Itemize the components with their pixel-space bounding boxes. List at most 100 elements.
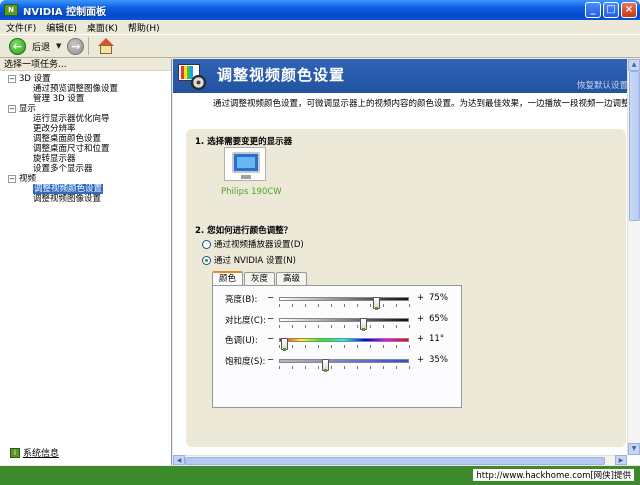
restore-defaults-link[interactable]: 恢复默认设置 — [577, 79, 628, 91]
brightness-label: 亮度(B): — [225, 295, 258, 305]
monitor-selector[interactable] — [224, 147, 266, 181]
radio-player-settings[interactable]: 通过视频播放器设置(D) — [202, 238, 304, 250]
scroll-left-icon[interactable]: ◀ — [173, 455, 185, 465]
section-2-heading: 2. 您如何进行颜色调整？ — [195, 226, 293, 236]
minimize-button[interactable]: _ — [585, 2, 601, 18]
menu-desktop[interactable]: 桌面(K) — [87, 21, 118, 34]
tree-item[interactable]: 设置多个显示器 — [0, 164, 171, 174]
toolbar: ← 后退 ▼ → — [0, 34, 640, 58]
tree-item[interactable]: 管理 3D 设置 — [0, 94, 171, 104]
vertical-scroll-thumb[interactable] — [629, 71, 640, 221]
scroll-up-icon[interactable]: ▲ — [628, 59, 640, 71]
nvidia-logo-icon: N — [4, 4, 18, 16]
hue-label: 色调(U): — [225, 336, 258, 346]
video-color-icon — [178, 62, 208, 90]
collapse-icon[interactable]: − — [8, 175, 16, 183]
saturation-slider-row: 饱和度(S): − + 35% — [225, 355, 457, 372]
tree-category-3d[interactable]: −3D 设置 — [0, 74, 171, 84]
scroll-down-icon[interactable]: ▼ — [628, 443, 640, 455]
brightness-decrease[interactable]: − — [267, 293, 274, 303]
contrast-thumb[interactable] — [360, 318, 368, 331]
hue-thumb[interactable] — [280, 338, 288, 351]
horizontal-scrollbar[interactable]: ◀ ▶ — [173, 455, 627, 465]
page-description: 通过调整视频颜色设置，可微调显示器上的视频内容的颜色设置。为达到最佳效果，一边播… — [213, 99, 640, 109]
tree-category-video[interactable]: − 视频 — [0, 174, 171, 184]
menu-edit[interactable]: 编辑(E) — [46, 21, 77, 34]
brightness-value: 75% — [429, 293, 448, 303]
contrast-slider-row: 对比度(C): − + 65% — [225, 314, 457, 331]
status-text: http://www.hackhome.com[网侠]提供 — [473, 469, 634, 481]
settings-box: 1. 选择需要变更的显示器 Philips 190CW 2. 您如何进行颜色调整… — [186, 129, 626, 447]
monitor-label[interactable]: Philips 190CW — [221, 187, 282, 197]
forward-arrow-icon[interactable]: → — [67, 37, 85, 55]
back-arrow-icon[interactable]: ← — [9, 37, 26, 55]
contrast-label: 对比度(C): — [225, 316, 266, 326]
title-bar: N NVIDIA 控制面板 _ □ × — [0, 0, 640, 20]
radio-button[interactable] — [202, 239, 211, 249]
brightness-increase[interactable]: + — [417, 293, 424, 303]
adjust-tabs: 颜色 灰度 高级 — [212, 271, 308, 285]
contrast-increase[interactable]: + — [417, 314, 424, 324]
tree-item[interactable]: 通过预览调整图像设置 — [0, 84, 171, 94]
tree-item[interactable]: 调整桌面颜色设置 — [0, 134, 171, 144]
slider-ticks — [279, 345, 410, 348]
saturation-value: 35% — [429, 355, 448, 365]
tab-advanced[interactable]: 高级 — [276, 272, 308, 285]
info-icon: i — [10, 447, 20, 458]
hue-increase[interactable]: + — [417, 334, 424, 344]
menu-bar: 文件(F) 编辑(E) 桌面(K) 帮助(H) — [0, 20, 640, 34]
contrast-value: 65% — [429, 314, 448, 324]
menu-file[interactable]: 文件(F) — [6, 21, 36, 34]
back-button-label[interactable]: 后退 — [32, 40, 50, 53]
slider-ticks — [279, 366, 410, 369]
radio-nvidia-settings[interactable]: 通过 NVIDIA 设置(N) — [202, 254, 296, 266]
saturation-increase[interactable]: + — [417, 355, 424, 365]
saturation-thumb[interactable] — [321, 359, 329, 372]
tree-item[interactable]: 调整桌面尺寸和位置 — [0, 144, 171, 154]
system-info-link[interactable]: i 系统信息 — [10, 446, 59, 459]
hue-value: 11° — [429, 334, 445, 344]
saturation-label: 饱和度(S): — [225, 357, 266, 367]
tab-grayscale[interactable]: 灰度 — [244, 272, 276, 285]
maximize-button[interactable]: □ — [603, 2, 619, 18]
collapse-icon[interactable]: − — [8, 75, 16, 83]
brightness-track[interactable] — [279, 297, 409, 310]
vertical-scrollbar[interactable]: ▲ ▼ — [627, 59, 640, 455]
tree-item[interactable]: 旋转显示器 — [0, 154, 171, 164]
scroll-right-icon[interactable]: ▶ — [615, 455, 627, 465]
slider-ticks — [279, 325, 410, 328]
content-panel: 调整视频颜色设置 恢复默认设置 通过调整视频颜色设置，可微调显示器上的视频内容的… — [173, 59, 640, 465]
section-1-heading: 1. 选择需要变更的显示器 — [195, 137, 293, 147]
close-button[interactable]: × — [621, 2, 637, 18]
window-title: NVIDIA 控制面板 — [23, 6, 107, 18]
task-panel: 选择一项任务... −3D 设置 通过预览调整图像设置 管理 3D 设置 − 显示… — [0, 59, 172, 465]
slider-ticks — [279, 304, 410, 307]
color-tab-panel: 亮度(B): − + 75% 对比度(C): − + 65% 色调(U): − … — [212, 285, 462, 408]
tab-color[interactable]: 颜色 — [212, 271, 244, 285]
brightness-thumb[interactable] — [373, 297, 380, 310]
home-icon[interactable] — [97, 37, 115, 55]
menu-help[interactable]: 帮助(H) — [128, 21, 160, 34]
status-bar: http://www.hackhome.com[网侠]提供 — [0, 466, 640, 485]
back-dropdown-icon[interactable]: ▼ — [56, 42, 61, 50]
contrast-track[interactable] — [279, 318, 409, 331]
tree-item[interactable]: 运行显示器优化向导 — [0, 114, 171, 124]
saturation-decrease[interactable]: − — [267, 355, 274, 365]
task-tree: −3D 设置 通过预览调整图像设置 管理 3D 设置 − 显示 运行显示器优化向导… — [0, 71, 171, 204]
tree-item[interactable]: 更改分辨率 — [0, 124, 171, 134]
horizontal-scroll-thumb[interactable] — [185, 457, 605, 465]
collapse-icon[interactable]: − — [8, 105, 16, 113]
saturation-track[interactable] — [279, 359, 409, 372]
task-panel-header: 选择一项任务... — [0, 59, 171, 71]
monitor-icon — [232, 152, 260, 173]
radio-button-selected[interactable] — [202, 255, 211, 265]
contrast-decrease[interactable]: − — [267, 314, 274, 324]
tree-category-display[interactable]: − 显示 — [0, 104, 171, 114]
hue-track[interactable] — [279, 338, 409, 351]
page-title: 调整视频颜色设置 — [217, 66, 346, 84]
tree-item-selected[interactable]: 调整视频颜色设置 — [0, 184, 171, 194]
tree-item[interactable]: 调整视频图像设置 — [0, 194, 171, 204]
hue-slider-row: 色调(U): − + 11° — [225, 334, 457, 351]
hue-decrease[interactable]: − — [267, 334, 274, 344]
page-banner: 调整视频颜色设置 恢复默认设置 — [173, 59, 640, 93]
